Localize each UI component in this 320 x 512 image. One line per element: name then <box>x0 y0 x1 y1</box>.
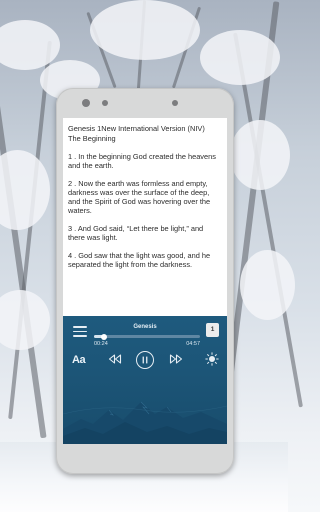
total-time: 04:57 <box>186 341 200 347</box>
font-size-icon: Aa <box>72 354 86 366</box>
brightness-button[interactable] <box>205 352 219 366</box>
scripture-text-area[interactable]: Genesis 1New International Version (NIV)… <box>63 118 227 316</box>
speaker-dot <box>102 100 108 106</box>
font-size-button[interactable]: Aa <box>72 354 86 366</box>
rewind-icon <box>108 354 122 364</box>
audio-player-panel: Genesis 1 00:24 04:57 Aa <box>63 316 227 444</box>
verse-1: 1 . In the beginning God created the hea… <box>68 152 216 170</box>
rewind-button[interactable] <box>108 354 122 364</box>
sensor-dot <box>172 100 178 106</box>
verse-4: 4 . God saw that the light was good, and… <box>68 251 211 269</box>
progress-slider[interactable] <box>94 333 200 340</box>
chapter-heading: Genesis 1New International Version (NIV) <box>68 124 205 133</box>
pause-icon <box>142 356 148 364</box>
elapsed-time: 00:24 <box>94 341 108 347</box>
fast-forward-icon <box>169 354 183 364</box>
verse-3: 3 . And God said, “Let there be light,” … <box>68 224 204 242</box>
track-title: Genesis <box>133 324 157 330</box>
fast-forward-button[interactable] <box>169 354 183 364</box>
progress-thumb[interactable] <box>100 333 107 340</box>
mountain-decoration <box>63 401 227 444</box>
pause-button[interactable] <box>136 351 154 369</box>
verse-2: 2 . Now the earth was formless and empty… <box>68 179 211 215</box>
phone-mockup: Genesis 1New International Version (NIV)… <box>56 88 234 474</box>
app-screen: Genesis 1New International Version (NIV)… <box>63 118 227 444</box>
menu-icon[interactable] <box>73 326 87 338</box>
chapter-number-button[interactable]: 1 <box>206 323 219 337</box>
camera-dot <box>82 99 90 107</box>
brightness-icon <box>205 352 219 366</box>
section-title: The Beginning <box>68 134 116 143</box>
